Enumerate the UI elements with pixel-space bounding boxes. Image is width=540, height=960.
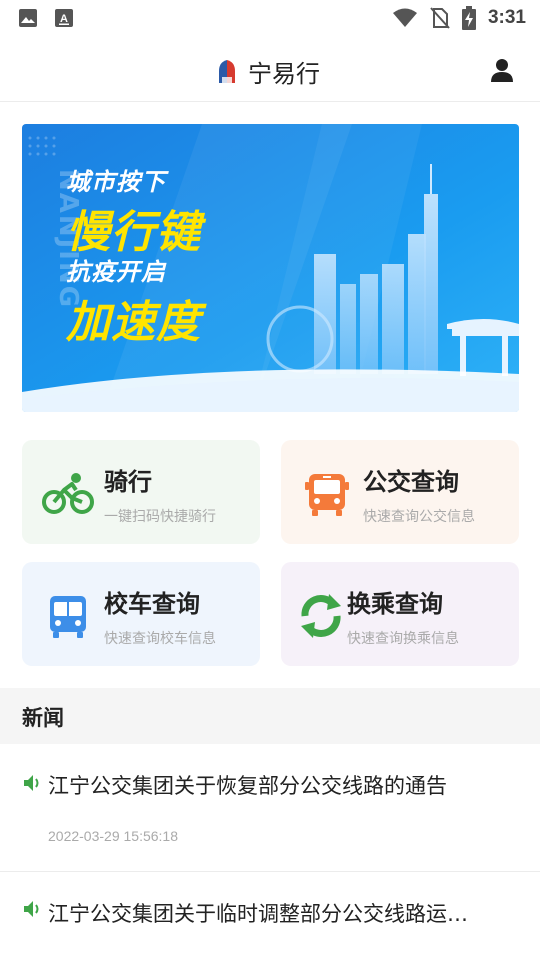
- cycling-subtitle: 一键扫码快捷骑行: [104, 509, 216, 525]
- news-item[interactable]: 江宁公交集团关于恢复部分公交线路的通告 2022-03-29 15:56:18: [0, 744, 540, 871]
- news-item[interactable]: 江宁公交集团关于临时调整部分公交线路运…: [0, 872, 540, 960]
- transfer-query-title: 换乘查询: [347, 590, 443, 618]
- status-bar-right: 3:31: [392, 6, 526, 30]
- bicycle-icon: [42, 473, 94, 514]
- app-logo-icon: [219, 59, 235, 83]
- wifi-icon: [392, 8, 417, 27]
- banner-line-4: 加速度: [66, 297, 201, 348]
- speaker-icon: [24, 775, 39, 791]
- transfer-query-subtitle: 快速查询换乘信息: [347, 631, 459, 647]
- school-bus-icon: [50, 596, 86, 638]
- news-title: 江宁公交集团关于临时调整部分公交线路运…: [48, 902, 468, 926]
- battery-charging-icon: [461, 6, 476, 30]
- image-icon: [19, 9, 37, 27]
- news-section-title: 新闻: [22, 706, 64, 730]
- cycling-title: 骑行: [104, 468, 152, 496]
- status-bar: A 3:31: [0, 0, 540, 38]
- news-time: 2022-03-29 15:56:18: [48, 828, 178, 844]
- banner-line-1: 城市按下: [66, 168, 166, 196]
- bus-icon: [305, 474, 349, 516]
- news-title: 江宁公交集团关于恢复部分公交线路的通告: [48, 774, 447, 798]
- status-bar-left: A: [18, 8, 74, 28]
- svg-text:A: A: [60, 13, 68, 25]
- speaker-icon: [24, 901, 39, 917]
- news-section-header: 新闻: [0, 688, 540, 744]
- keyboard-icon: A: [55, 9, 73, 27]
- user-profile-button[interactable]: [488, 56, 516, 84]
- bus-query-subtitle: 快速查询公交信息: [363, 509, 475, 525]
- transfer-query-card[interactable]: 换乘查询 快速查询换乘信息: [281, 562, 519, 666]
- school-bus-title: 校车查询: [104, 590, 200, 618]
- status-time: 3:31: [487, 7, 526, 28]
- app-header: 宁易行: [0, 38, 540, 102]
- bus-query-title: 公交查询: [363, 468, 459, 496]
- school-bus-card[interactable]: 校车查询 快速查询校车信息: [22, 562, 260, 666]
- banner-line-3: 抗疫开启: [66, 258, 166, 286]
- user-icon: [491, 59, 513, 82]
- promo-banner[interactable]: NANJING 城市按下 慢行键 抗疫开启 加速度: [22, 124, 519, 412]
- cycling-card[interactable]: 骑行 一键扫码快捷骑行: [22, 440, 260, 544]
- transfer-icon: [301, 594, 341, 638]
- banner-line-2: 慢行键: [66, 207, 201, 258]
- app-title: 宁易行: [248, 60, 320, 88]
- no-sim-icon: [430, 7, 450, 29]
- header-title-group: 宁易行: [216, 54, 320, 89]
- school-bus-subtitle: 快速查询校车信息: [104, 631, 216, 647]
- bus-query-card[interactable]: 公交查询 快速查询公交信息: [281, 440, 519, 544]
